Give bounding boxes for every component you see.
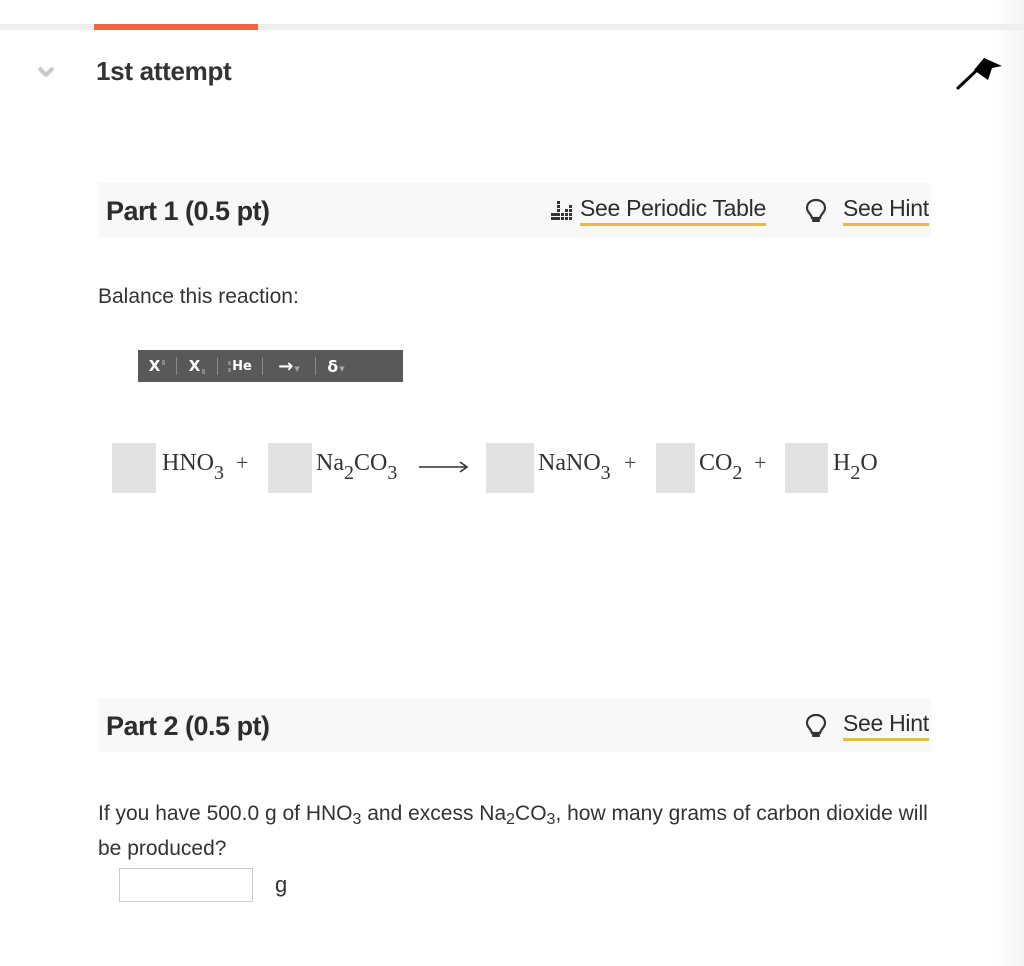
plus-sign: + (754, 450, 767, 475)
part2-question: If you have 500.0 g of HNO3 and excess N… (98, 802, 928, 860)
part2-title: Part 2 (0.5 pt) (106, 711, 270, 741)
species-h2o: H2O (833, 450, 878, 484)
answer-input[interactable] (119, 868, 253, 902)
see-periodic-table-link[interactable]: See Periodic Table (550, 195, 766, 227)
isotope-button[interactable]: He (218, 350, 262, 382)
chem-editor-toolbar: X X He → ▼ δ ▼ (138, 350, 403, 382)
superscript-marker-icon (162, 359, 166, 365)
species-co2: CO2 (699, 450, 743, 484)
reaction-arrow-label: → (278, 355, 294, 377)
part1-title: Part 1 (0.5 pt) (106, 196, 270, 226)
part1-header: Part 1 (0.5 pt) See Periodic Table See H… (98, 183, 931, 237)
isotope-label: He (232, 358, 252, 374)
lightbulb-icon (805, 713, 827, 737)
superscript-button[interactable]: X (138, 350, 176, 382)
delta-button[interactable]: δ ▼ (316, 350, 356, 382)
coefficient-input-na2co3[interactable] (268, 443, 312, 493)
see-periodic-table-label: See Periodic Table (580, 196, 766, 226)
reaction-arrow-icon (419, 461, 469, 473)
attempt-title: 1st attempt (96, 56, 232, 86)
dropdown-triangle-icon: ▼ (339, 365, 345, 373)
part2-see-hint-label: See Hint (843, 711, 929, 741)
isotope-marker-icon (228, 360, 232, 372)
chemical-equation: HNO3 + Na2CO3 NaNO3 + CO2 + H2O (0, 430, 1000, 500)
part2-header: Part 2 (0.5 pt) See Hint (98, 698, 931, 752)
lightbulb-icon (805, 198, 827, 222)
species-hno3: HNO3 (162, 450, 224, 484)
reaction-arrow-button[interactable]: → ▼ (263, 350, 315, 382)
flag-icon[interactable] (954, 54, 1004, 94)
coefficient-input-h2o[interactable] (785, 443, 828, 493)
species-nano3: NaNO3 (538, 450, 611, 484)
periodic-table-icon (551, 201, 572, 220)
species-na2co3: Na2CO3 (316, 450, 398, 484)
answer-unit: g (275, 872, 288, 897)
superscript-label: X (148, 357, 161, 375)
coefficient-input-nano3[interactable] (486, 443, 534, 493)
plus-sign: + (236, 450, 249, 475)
part1-see-hint-link[interactable]: See Hint (803, 195, 929, 227)
chevron-down-icon[interactable] (36, 62, 56, 82)
delta-label: δ (327, 356, 339, 376)
subscript-button[interactable]: X (177, 350, 217, 382)
part1-see-hint-label: See Hint (843, 196, 929, 226)
dropdown-triangle-icon: ▼ (294, 365, 300, 373)
subscript-label: X (188, 357, 201, 375)
subscript-marker-icon (202, 368, 206, 374)
plus-sign: + (624, 450, 637, 475)
attempt-progress-fill (94, 24, 258, 30)
part1-prompt: Balance this reaction: (98, 285, 299, 308)
attempt-progress-track (0, 24, 1024, 30)
part2-see-hint-link[interactable]: See Hint (803, 710, 929, 742)
coefficient-input-hno3[interactable] (112, 443, 156, 493)
attempt-header: 1st attempt (0, 52, 1024, 96)
coefficient-input-co2[interactable] (656, 443, 695, 493)
